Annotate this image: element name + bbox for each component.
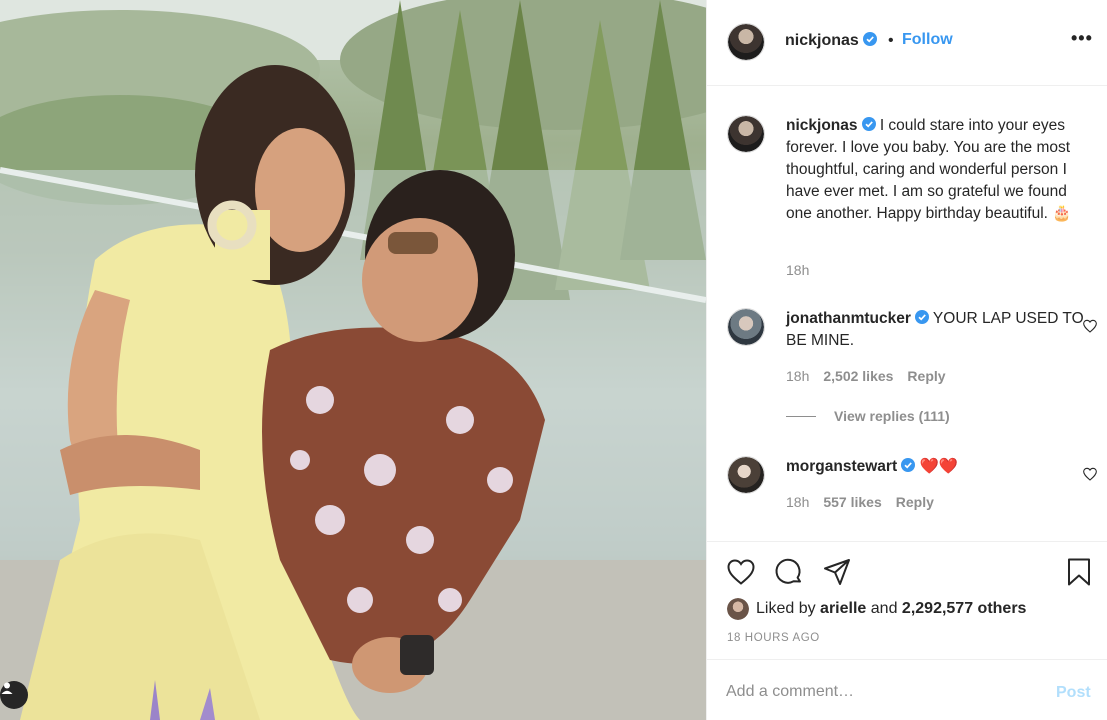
liked-by-prefix: Liked by — [756, 600, 816, 617]
avatar[interactable] — [727, 115, 765, 153]
comment-icon[interactable] — [773, 556, 805, 588]
comment-likes[interactable]: 557 likes — [823, 494, 881, 510]
avatar[interactable] — [727, 23, 765, 61]
like-comment-heart-icon[interactable] — [1082, 318, 1098, 334]
view-replies-button[interactable]: View replies (111) — [786, 408, 950, 424]
liked-by-others[interactable]: 2,292,577 others — [902, 600, 1027, 618]
more-icon[interactable]: ••• — [1071, 28, 1093, 49]
verified-icon — [861, 117, 876, 131]
like-comment-heart-icon[interactable] — [1082, 466, 1098, 482]
caption-meta: 18h — [786, 262, 809, 278]
comment-input[interactable] — [726, 678, 1026, 706]
comment: jonathanmtucker YOUR LAP USED TO BE MINE… — [786, 308, 1086, 352]
caption-time[interactable]: 18h — [786, 262, 809, 278]
avatar[interactable] — [727, 598, 749, 620]
liked-by-and: and — [870, 600, 898, 617]
comment-likes[interactable]: 2,502 likes — [823, 368, 893, 384]
liked-by-user[interactable]: arielle — [820, 600, 866, 618]
verified-icon — [901, 458, 916, 472]
comment-username[interactable]: morganstewart — [786, 458, 897, 475]
likes-summary: Liked by arielle and 2,292,577 others — [727, 598, 1026, 620]
post-details-panel: nickjonas • Follow ••• nickjonas I could… — [706, 0, 1107, 720]
post-header: nickjonas • Follow ••• — [707, 0, 1107, 86]
follow-button[interactable]: Follow — [902, 31, 953, 49]
user-tag-icon[interactable] — [0, 681, 28, 709]
comment-username[interactable]: jonathanmtucker — [786, 310, 911, 327]
comment: morganstewart ❤️❤️ — [786, 456, 1086, 478]
reply-button[interactable]: Reply — [907, 368, 945, 384]
comment-time[interactable]: 18h — [786, 368, 809, 384]
comments-list[interactable]: nickjonas I could stare into your eyes f… — [707, 86, 1107, 541]
reply-button[interactable]: Reply — [896, 494, 934, 510]
comment-meta: 18h 2,502 likes Reply — [786, 368, 946, 384]
post-actions: Liked by arielle and 2,292,577 others 18… — [707, 541, 1107, 659]
divider — [786, 415, 816, 417]
comment-time[interactable]: 18h — [786, 494, 809, 510]
view-replies-label: View replies (111) — [834, 408, 950, 424]
post-timestamp[interactable]: 18 HOURS AGO — [727, 632, 820, 644]
comment-meta: 18h 557 likes Reply — [786, 494, 934, 510]
avatar[interactable] — [727, 456, 765, 494]
bookmark-icon[interactable] — [1063, 556, 1095, 588]
header-username[interactable]: nickjonas — [785, 32, 859, 49]
caption-username[interactable]: nickjonas — [786, 117, 858, 134]
post-photo[interactable] — [0, 0, 706, 720]
heart-icon[interactable] — [725, 556, 757, 588]
verified-icon — [914, 310, 929, 324]
photo-illustration — [0, 0, 706, 720]
verified-icon — [862, 32, 877, 46]
add-comment-bar: Post — [707, 659, 1107, 720]
share-icon[interactable] — [821, 556, 853, 588]
avatar[interactable] — [727, 308, 765, 346]
caption: nickjonas I could stare into your eyes f… — [786, 115, 1086, 225]
comment-text: ❤️❤️ — [919, 458, 959, 475]
post-button[interactable]: Post — [1056, 684, 1091, 702]
header-separator: • — [888, 32, 894, 49]
